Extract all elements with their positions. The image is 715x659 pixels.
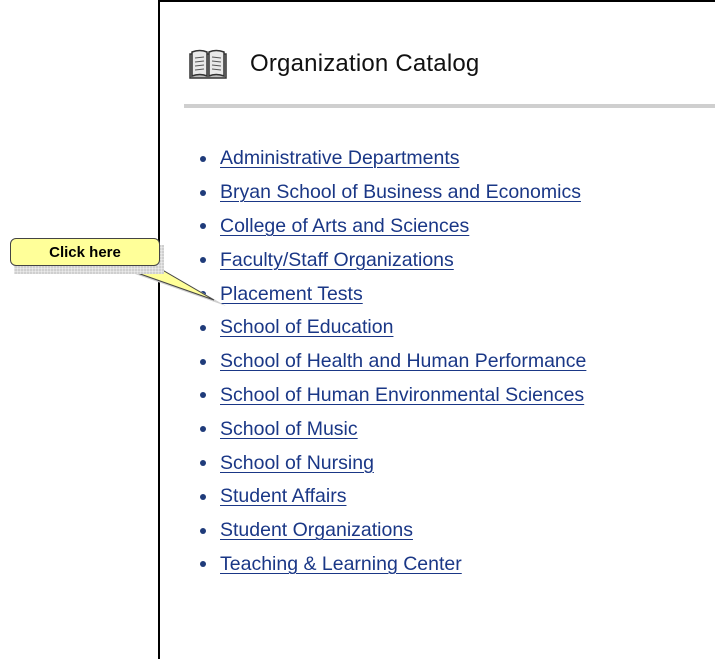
catalog-link-student-affairs[interactable]: Student Affairs [220, 485, 346, 508]
list-item: School of Human Environmental Sciences [190, 379, 586, 413]
list-item: School of Nursing [190, 446, 586, 480]
bullet-icon [200, 561, 206, 568]
bullet-icon [200, 460, 206, 467]
catalog-link-faculty-staff[interactable]: Faculty/Staff Organizations [220, 249, 454, 272]
organization-list: Administrative Departments Bryan School … [190, 142, 586, 581]
catalog-header: Organization Catalog [188, 44, 479, 84]
list-item: School of Education [190, 311, 586, 345]
list-item: Bryan School of Business and Economics [190, 176, 586, 210]
catalog-link-school-of-education[interactable]: School of Education [220, 316, 393, 339]
list-item: Student Affairs [190, 480, 586, 514]
bullet-icon [200, 392, 206, 399]
catalog-link-arts-and-sciences[interactable]: College of Arts and Sciences [220, 215, 469, 238]
catalog-link-administrative-departments[interactable]: Administrative Departments [220, 147, 460, 170]
catalog-link-school-of-nursing[interactable]: School of Nursing [220, 452, 374, 475]
header-divider [184, 104, 715, 108]
book-icon [189, 49, 227, 79]
bullet-icon [200, 155, 206, 162]
catalog-link-student-organizations[interactable]: Student Organizations [220, 519, 413, 542]
list-item: College of Arts and Sciences [190, 210, 586, 244]
list-item: School of Music [190, 412, 586, 446]
bullet-icon [200, 527, 206, 534]
catalog-link-school-of-music[interactable]: School of Music [220, 418, 358, 441]
list-item: School of Health and Human Performance [190, 345, 586, 379]
bullet-icon [200, 223, 206, 230]
click-here-callout: Click here [10, 238, 160, 266]
catalog-link-human-environmental-sciences[interactable]: School of Human Environmental Sciences [220, 384, 584, 407]
bullet-icon [200, 358, 206, 365]
list-item: Placement Tests [190, 277, 586, 311]
list-item: Student Organizations [190, 514, 586, 548]
bullet-icon [200, 189, 206, 196]
list-item: Administrative Departments [190, 142, 586, 176]
list-item: Teaching & Learning Center [190, 548, 586, 582]
bullet-icon [200, 257, 206, 264]
catalog-link-health-human-performance[interactable]: School of Health and Human Performance [220, 350, 586, 373]
catalog-link-bryan-school[interactable]: Bryan School of Business and Economics [220, 181, 581, 204]
list-item: Faculty/Staff Organizations [190, 243, 586, 277]
catalog-link-placement-tests[interactable]: Placement Tests [220, 283, 363, 306]
bullet-icon [200, 426, 206, 433]
bullet-icon [200, 493, 206, 500]
bullet-icon [200, 324, 206, 331]
page-title: Organization Catalog [250, 50, 480, 77]
bullet-icon [200, 291, 206, 298]
catalog-link-teaching-learning-center[interactable]: Teaching & Learning Center [220, 553, 462, 576]
